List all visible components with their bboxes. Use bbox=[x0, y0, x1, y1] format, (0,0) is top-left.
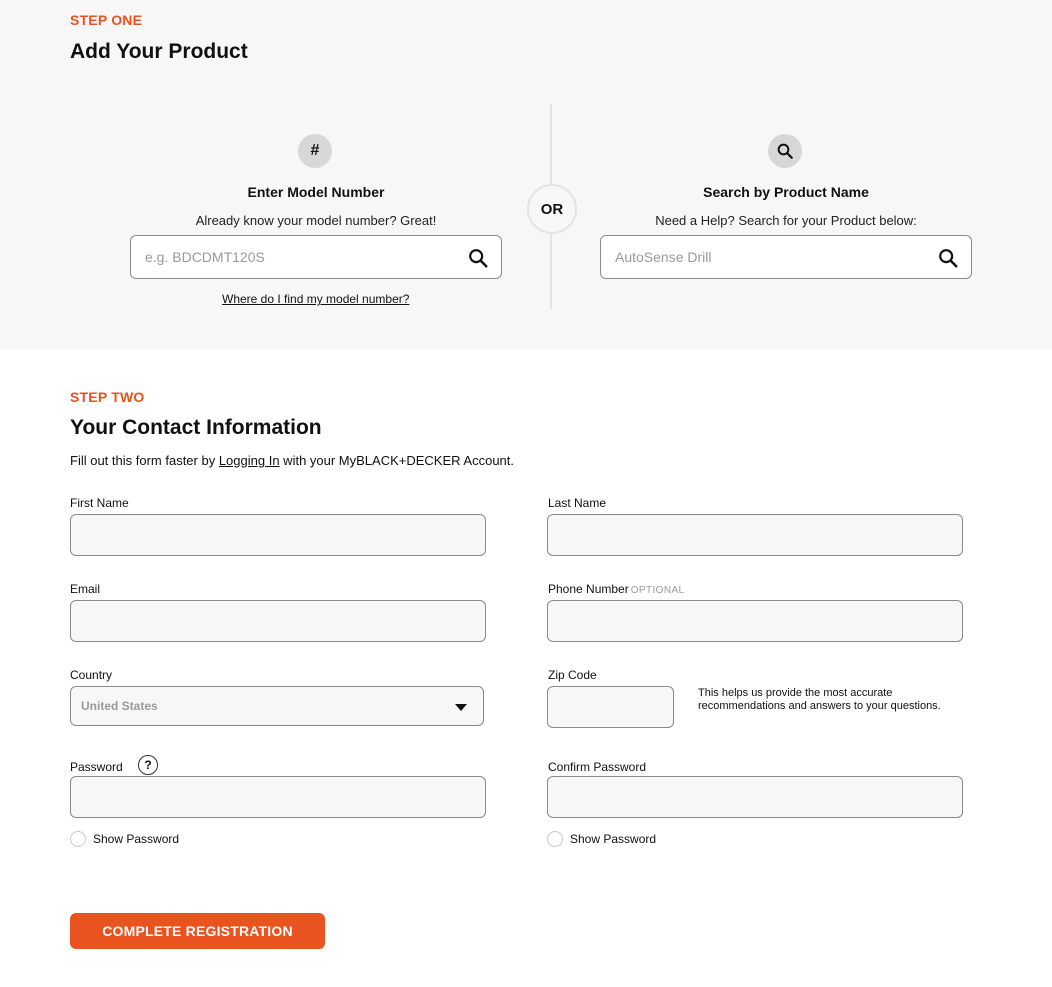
zip-code-input[interactable] bbox=[548, 687, 673, 727]
first-name-field[interactable] bbox=[70, 514, 486, 556]
model-number-input[interactable] bbox=[145, 236, 455, 278]
last-name-input[interactable] bbox=[548, 515, 962, 555]
or-badge: OR bbox=[527, 184, 577, 234]
confirm-password-field[interactable] bbox=[547, 776, 963, 818]
model-number-search-box bbox=[130, 235, 502, 279]
country-label: Country bbox=[70, 668, 113, 682]
find-model-number-link[interactable]: Where do I find my model number? bbox=[222, 292, 409, 306]
zip-code-field[interactable] bbox=[547, 686, 674, 728]
country-select[interactable]: United States bbox=[70, 686, 484, 726]
chevron-down-icon bbox=[455, 704, 467, 711]
email-label: Email bbox=[70, 582, 101, 596]
zip-code-help-text: This helps us provide the most accurate … bbox=[698, 687, 941, 712]
magnifier-icon bbox=[768, 134, 802, 168]
divider-bottom bbox=[550, 234, 552, 309]
email-input[interactable] bbox=[71, 601, 485, 641]
show-confirm-password-toggle[interactable]: Show Password bbox=[547, 831, 656, 847]
search-icon[interactable] bbox=[937, 247, 959, 269]
confirm-password-label: Confirm Password bbox=[548, 760, 647, 774]
country-selected-value: United States bbox=[81, 699, 158, 713]
last-name-field[interactable] bbox=[547, 514, 963, 556]
help-question-icon[interactable]: ? bbox=[138, 755, 158, 775]
step-two-label: STEP TWO bbox=[70, 389, 145, 405]
zip-code-label: Zip Code bbox=[548, 668, 597, 682]
phone-number-field[interactable] bbox=[547, 600, 963, 642]
optional-tag: OPTIONAL bbox=[630, 585, 685, 596]
email-field[interactable] bbox=[70, 600, 486, 642]
complete-registration-button[interactable]: COMPLETE REGISTRATION bbox=[70, 913, 325, 949]
search-icon[interactable] bbox=[467, 247, 489, 269]
show-password-toggle[interactable]: Show Password bbox=[70, 831, 179, 847]
step-one-panel: STEP ONE Add Your Product # Enter Model … bbox=[0, 0, 1052, 349]
confirm-password-input[interactable] bbox=[548, 777, 962, 817]
first-name-input[interactable] bbox=[71, 515, 485, 555]
phone-number-label: Phone Number OPTIONAL bbox=[548, 582, 685, 596]
last-name-label: Last Name bbox=[548, 496, 607, 510]
intro-text-after: with your MyBLACK+DECKER Account. bbox=[279, 453, 515, 468]
password-input[interactable] bbox=[71, 777, 485, 817]
product-search-input[interactable] bbox=[615, 236, 925, 278]
product-search-section: Search by Product Name Need a Help? Sear… bbox=[600, 0, 972, 349]
step-two-title: Your Contact Information bbox=[70, 416, 322, 439]
show-confirm-password-label: Show Password bbox=[570, 832, 657, 846]
first-name-label: First Name bbox=[70, 496, 129, 510]
password-field[interactable] bbox=[70, 776, 486, 818]
login-intro: Fill out this form faster by Logging In … bbox=[70, 453, 514, 468]
product-search-title: Search by Product Name bbox=[703, 184, 869, 200]
product-search-subtitle: Need a Help? Search for your Product bel… bbox=[655, 213, 917, 228]
phone-number-input[interactable] bbox=[548, 601, 962, 641]
logging-in-link[interactable]: Logging In bbox=[219, 453, 280, 468]
show-password-checkbox[interactable] bbox=[70, 831, 86, 847]
phone-label-text: Phone Number bbox=[548, 582, 629, 596]
model-number-title: Enter Model Number bbox=[247, 184, 385, 200]
show-password-label: Show Password bbox=[93, 832, 180, 846]
product-search-box bbox=[600, 235, 972, 279]
model-number-section: # Enter Model Number Already know your m… bbox=[130, 0, 502, 349]
divider-top bbox=[550, 104, 552, 184]
hash-icon: # bbox=[298, 134, 332, 168]
show-confirm-password-checkbox[interactable] bbox=[547, 831, 563, 847]
intro-text-before: Fill out this form faster by bbox=[70, 453, 219, 468]
model-number-subtitle: Already know your model number? Great! bbox=[195, 213, 437, 228]
password-label: Password bbox=[70, 760, 123, 774]
